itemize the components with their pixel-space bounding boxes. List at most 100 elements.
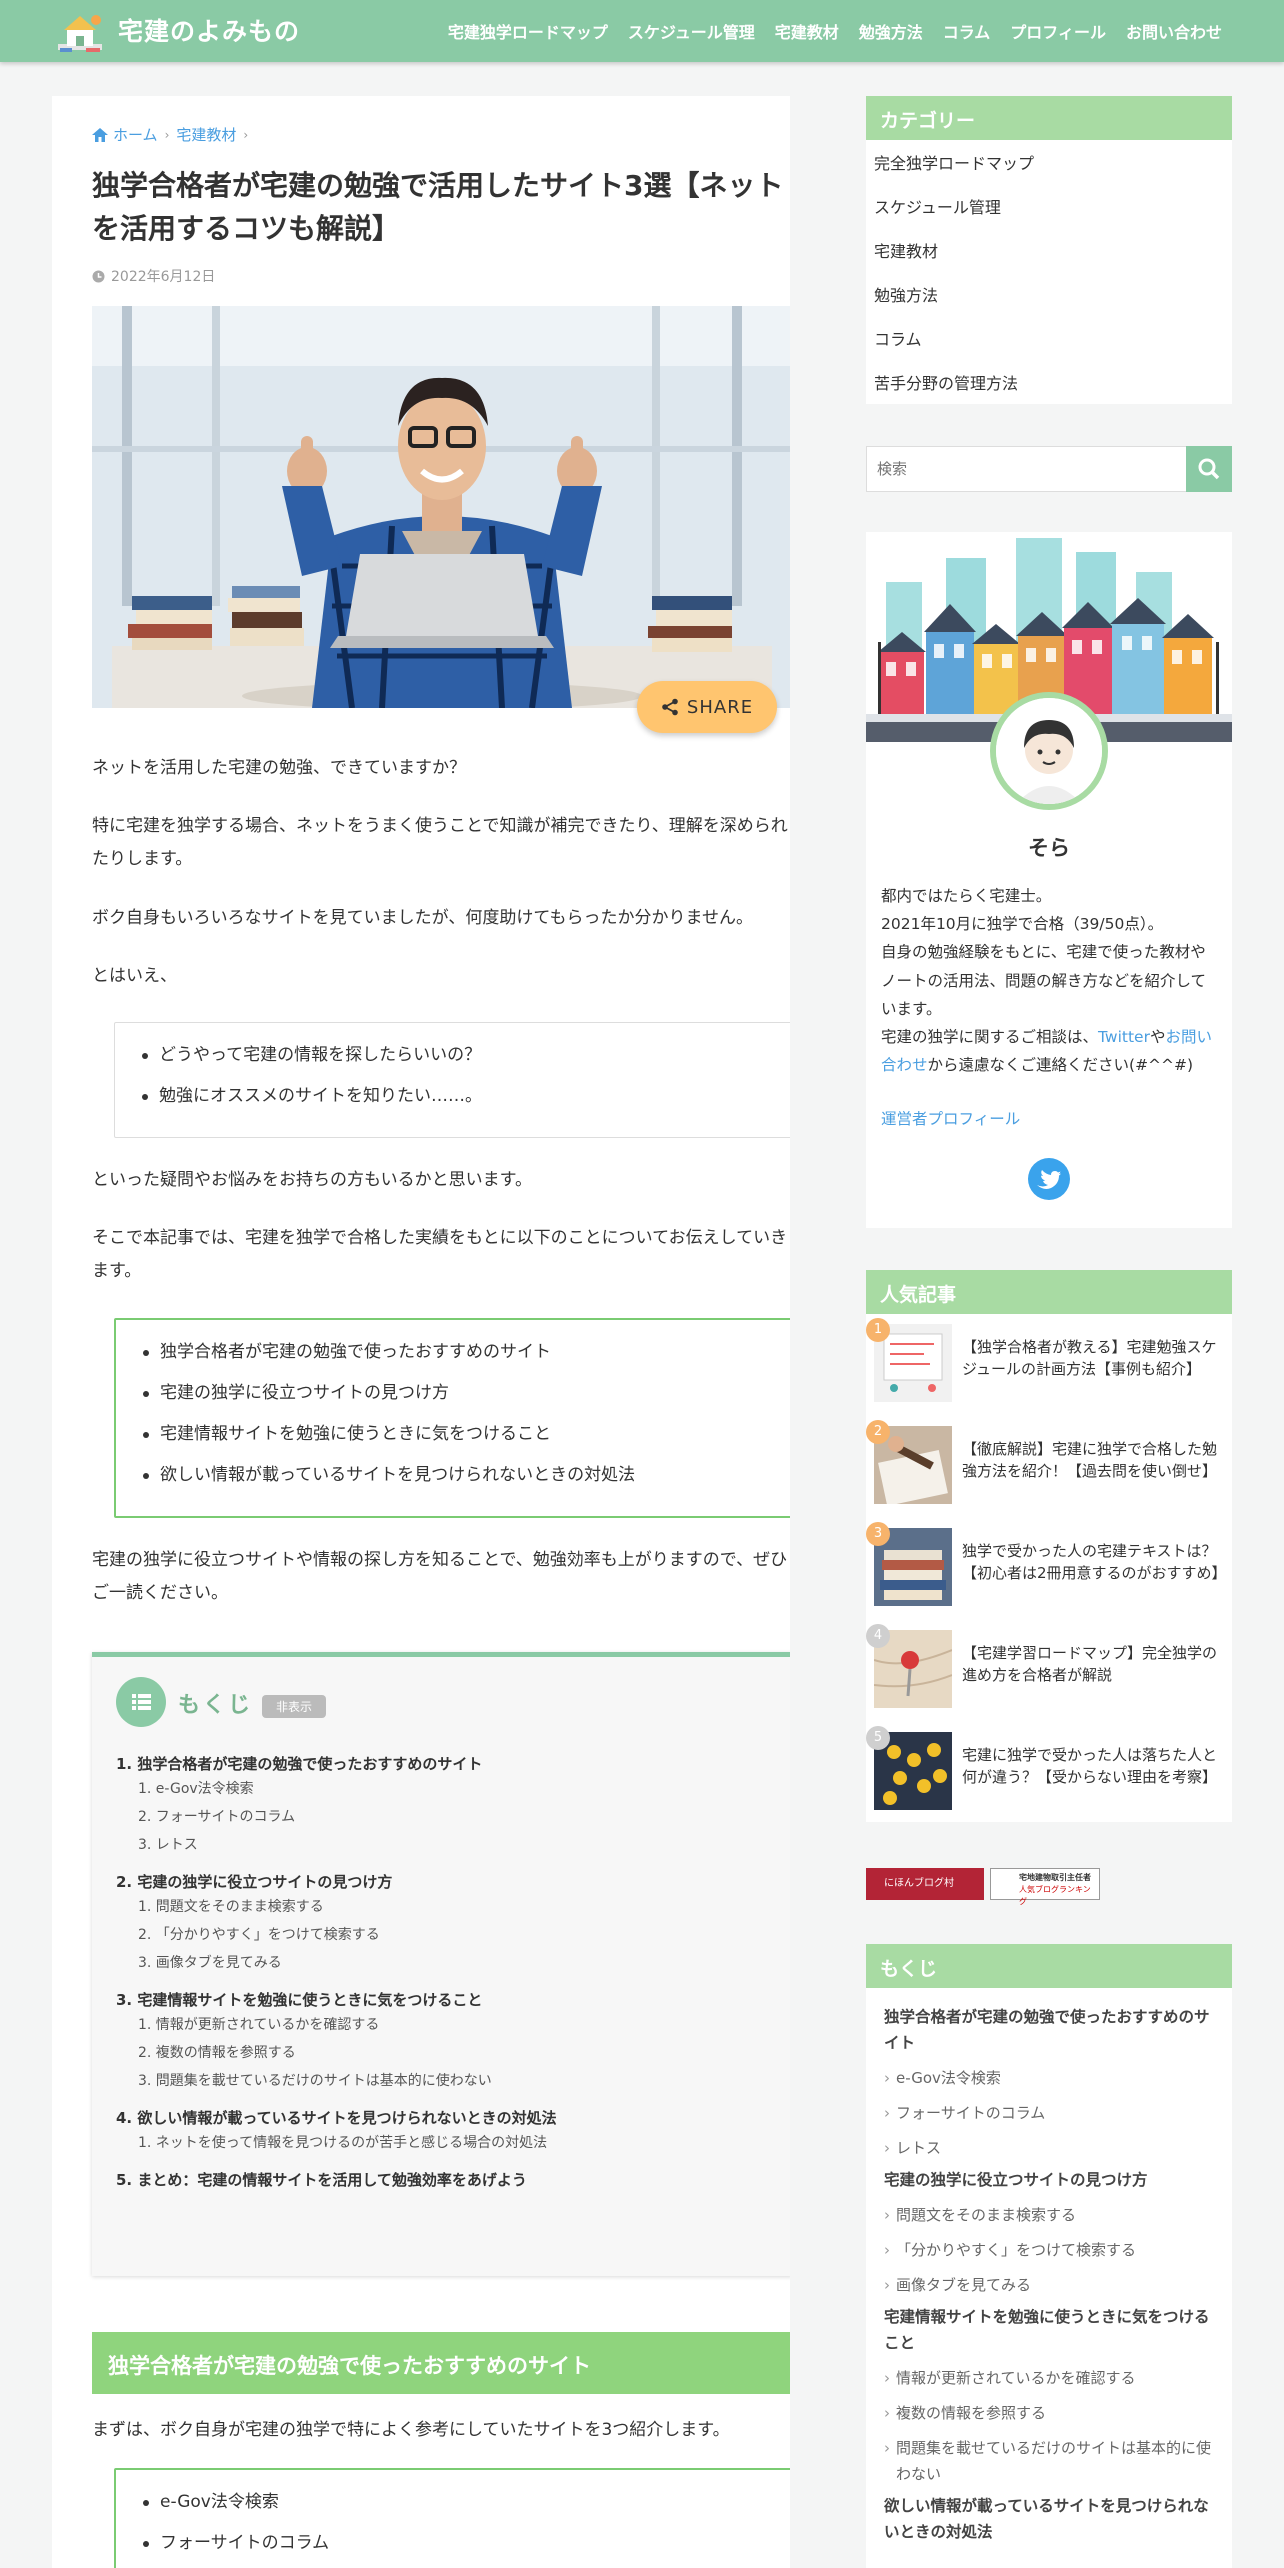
sidebar-toc-widget: もくじ 独学合格者が宅建の勉強で使ったおすすめのサイト e-Gov法令検索 フォ… [866,1944,1232,2568]
category-item[interactable]: スケジュール管理 [866,184,1232,228]
banner-text: 人気ブログランキング [1019,1885,1091,1906]
category-item[interactable]: 勉強方法 [866,272,1232,316]
list-item: どうやって宅建の情報を探したらいいの？ [139,1035,767,1076]
sidebar-toc-item[interactable]: 宅建情報サイトを勉強に使うときに気をつけること [884,2304,1214,2356]
toc-subitem[interactable]: 3. 問題集を載せているだけのサイトは基本的に使わない [116,2067,766,2095]
toc-item[interactable]: 3. 宅建情報サイトを勉強に使うときに気をつけること [116,1989,766,2011]
sidebar-toc-subitem[interactable]: フォーサイトのコラム [884,2100,1214,2126]
paragraph: ボク自身もいろいろなサイトを見ていましたが、何度助けてもらったか分かりません。 [92,908,753,928]
sidebar-toc-subitem[interactable]: 「分かりやすく」をつけて検索する [884,2237,1214,2263]
list-icon [116,1677,166,1727]
list-item: 宅建情報サイトを勉強に使うときに気をつけること [140,1414,766,1455]
question-box: どうやって宅建の情報を探したらいいの？ 勉強にオススメのサイトを知りたい……。 [114,1022,790,1138]
paragraph: とはいえ、 [92,966,177,986]
breadcrumb-home[interactable]: ホーム [113,124,158,145]
sidebar-toc-item[interactable]: 宅建の独学に役立つサイトの見つけ方 [884,2167,1214,2193]
toc-item[interactable]: 1. 独学合格者が宅建の勉強で使ったおすすめのサイト [116,1753,766,1775]
profile-avatar [990,692,1108,810]
sidebar-toc-subitem[interactable]: 情報が更新されているかを確認する [884,2365,1214,2391]
profile-description: 都内ではたらく宅建士。 2021年10月に独学で合格（39/50点）。 自身の勉… [881,882,1217,1134]
twitter-icon[interactable] [1028,1158,1070,1200]
banner-text: 宅地建物取引主任者 [1019,1873,1091,1882]
toc-subitem[interactable]: 2. 「分かりやすく」をつけて検索する [116,1921,766,1949]
toc-hide-button[interactable]: 非表示 [262,1695,327,1718]
house-logo-icon[interactable] [56,8,104,56]
profile-line: 2021年10月に独学で合格（39/50点）。 [881,915,1164,934]
sidebar-toc-subitem[interactable]: レトス [884,2135,1214,2161]
popular-post-title: 独学で受かった人の宅建テキストは？【初心者は2冊用意するのがおすすめ】 [962,1542,1227,1583]
breadcrumb-separator-icon: › [164,127,170,142]
toc-subitem[interactable]: 2. フォーサイトのコラム [116,1803,766,1831]
profile-line: 自身の勉強経験をもとに、宅建で使った教材やノートの活用法、問題の解き方などを紹介… [881,943,1207,1018]
share-button[interactable]: SHARE [637,681,777,733]
share-label: SHARE [686,696,754,718]
toc-subitem[interactable]: 1. 情報が更新されているかを確認する [116,2011,766,2039]
category-item[interactable]: コラム [866,316,1232,360]
article-title: 独学合格者が宅建の勉強で活用したサイト3選【ネットを活用するコツも解説】 [92,169,784,246]
toc-subitem[interactable]: 1. e-Gov法令検索 [116,1775,766,1803]
profile-text: から遠慮なくご連絡ください(#^^#) [927,1056,1194,1075]
blog-ranking-banner[interactable]: 宅地建物取引主任者 人気ブログランキング [990,1868,1100,1906]
nav-column[interactable]: コラム [943,19,991,43]
home-icon [92,127,108,142]
toc-subitem[interactable]: 2. 複数の情報を参照する [116,2039,766,2067]
toc-subitem[interactable]: 1. ネットを使って情報を見つけるのが苦手と感じる場合の対処法 [116,2129,766,2157]
nav-roadmap[interactable]: 宅建独学ロードマップ [448,19,608,43]
summary-box: 独学合格者が宅建の勉強で使ったおすすめのサイト 宅建の独学に役立つサイトの見つけ… [114,1318,790,1518]
paragraph: ネットを活用した宅建の勉強、できていますか？ [92,758,466,778]
post-date: 2022年6月12日 [92,266,215,286]
category-item[interactable]: 完全独学ロードマップ [866,140,1232,184]
profile-page-link[interactable]: 運営者プロフィール [881,1105,1217,1133]
nav-profile[interactable]: プロフィール [1010,19,1106,43]
nav-contact[interactable]: お問い合わせ [1126,19,1222,43]
article-card: ホーム › 宅建教材 › 独学合格者が宅建の勉強で活用したサイト3選【ネットを活… [52,96,790,2568]
sidebar-toc-item[interactable]: 欲しい情報が載っているサイトを見つけられないときの対処法 [884,2493,1214,2545]
sidebar-toc-subitem[interactable]: 問題集を載せているだけのサイトは基本的に使わない [884,2435,1214,2487]
popular-post-item[interactable]: 1 【独学合格者が教える】宅建勉強スケジュールの計画方法【事例も紹介】 [866,1318,1232,1406]
sidebar-toc-subitem[interactable]: 複数の情報を参照する [884,2400,1214,2426]
search-icon [1198,458,1220,480]
blogmura-banner[interactable]: にほんブログ村 [866,1868,984,1900]
toc-item[interactable]: 4. 欲しい情報が載っているサイトを見つけられないときの対処法 [116,2107,766,2129]
search-input[interactable] [867,447,1187,491]
popular-post-item[interactable]: 5 宅建に独学で受かった人は落ちた人と何が違う？【受からない理由を考察】 [866,1726,1232,1814]
paragraph: まずは、ボク自身が宅建の独学で特によく参考にしていたサイトを3つ紹介します。 [92,2420,730,2440]
list-item: e-Gov法令検索 [140,2482,766,2523]
toc-subitem[interactable]: 3. 画像タブを見てみる [116,1949,766,1977]
category-widget: カテゴリー 完全独学ロードマップ スケジュール管理 宅建教材 勉強方法 コラム … [866,96,1232,404]
toc-item[interactable]: 5. まとめ：宅建の情報サイトを活用して勉強効率をあげよう [116,2169,766,2191]
profile-line: 都内ではたらく宅建士。 [881,887,1052,905]
table-of-contents: もくじ 非表示 1. 独学合格者が宅建の勉強で使ったおすすめのサイト 1. e-… [92,1652,790,2276]
popular-post-item[interactable]: 4 【宅建学習ロードマップ】完全独学の進め方を合格者が解説 [866,1624,1232,1712]
toc-title: もくじ [178,1693,254,1718]
site-title[interactable]: 宅建のよみもの [118,12,300,48]
category-item[interactable]: 苦手分野の管理方法 [866,360,1232,404]
popular-post-item[interactable]: 2 【徹底解説】宅建に独学で合格した勉強方法を紹介！【過去問を使い倒せ】 [866,1420,1232,1508]
profile-widget: そら 都内ではたらく宅建士。 2021年10月に独学で合格（39/50点）。 自… [866,532,1232,1228]
breadcrumb: ホーム › 宅建教材 › [92,124,255,145]
breadcrumb-category[interactable]: 宅建教材 [176,124,236,145]
sidebar-toc-subitem[interactable]: e-Gov法令検索 [884,2065,1214,2091]
category-widget-title: カテゴリー [866,96,1232,140]
nav-study-method[interactable]: 勉強方法 [859,19,923,43]
toc-subitem[interactable]: 1. 問題文をそのまま検索する [116,1893,766,1921]
site-list-box: e-Gov法令検索 フォーサイトのコラム [114,2468,790,2568]
rank-badge: 1 [866,1318,890,1342]
popular-posts-widget: 人気記事 1 【独学合格者が教える】宅建勉強スケジュールの計画方法【事例も紹介】… [866,1270,1232,1822]
sidebar-toc-subitem[interactable]: 画像タブを見てみる [884,2272,1214,2298]
breadcrumb-separator-icon: › [243,127,249,142]
nav-schedule[interactable]: スケジュール管理 [628,19,755,43]
category-item[interactable]: 宅建教材 [866,228,1232,272]
twitter-link[interactable]: Twitter [1098,1028,1150,1046]
popular-post-item[interactable]: 3 独学で受かった人の宅建テキストは？【初心者は2冊用意するのがおすすめ】 [866,1522,1232,1610]
popular-post-title: 【宅建学習ロードマップ】完全独学の進め方を合格者が解説 [962,1644,1218,1685]
toc-subitem[interactable]: 3. レトス [116,1831,766,1859]
sidebar-toc-item[interactable]: 独学合格者が宅建の勉強で使ったおすすめのサイト [884,2004,1214,2056]
sidebar-toc-subitem[interactable]: 問題文をそのまま検索する [884,2202,1214,2228]
nav-materials[interactable]: 宅建教材 [775,19,839,43]
paragraph: といった疑問やお悩みをお持ちの方もいるかと思います。 [92,1170,532,1190]
section-heading: 独学合格者が宅建の勉強で使ったおすすめのサイト [92,2332,790,2394]
toc-item[interactable]: 2. 宅建の独学に役立つサイトの見つけ方 [116,1871,766,1893]
list-item: 宅建の独学に役立つサイトの見つけ方 [140,1373,766,1414]
search-button[interactable] [1186,446,1232,492]
